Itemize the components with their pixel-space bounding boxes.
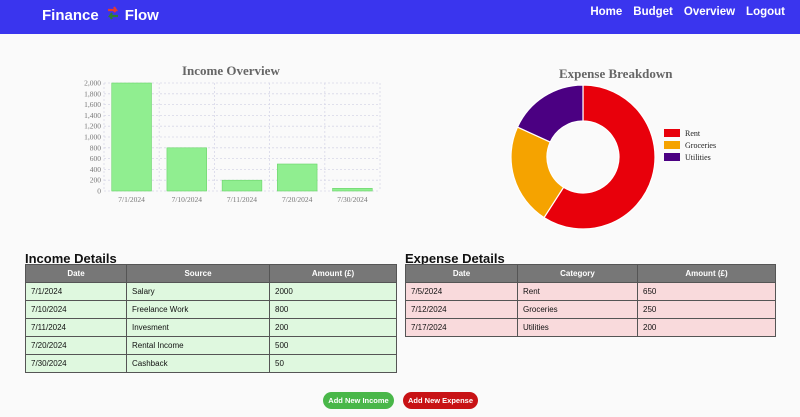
cell-date: 7/12/2024 [405,300,518,319]
col-date[interactable]: Date [405,264,518,283]
col-amount[interactable]: Amount (£) [637,264,776,283]
cell-amount: 200 [269,318,397,337]
cell-date: 7/11/2024 [25,318,127,337]
legend-item-groceries: Groceries [664,139,716,151]
y-tick-label: 1,400 [84,111,101,120]
table-row[interactable]: 7/17/2024 Utilities 200 [405,318,776,337]
table-row[interactable]: 7/11/2024 Invesment 200 [25,318,397,337]
x-tick-label: 7/20/2024 [282,195,313,204]
cell-source: Cashback [126,354,270,373]
expense-legend: Rent Groceries Utilities [664,127,716,163]
nav-links: Home Budget Overview Logout [579,6,785,18]
x-tick-label: 7/10/2024 [172,195,203,204]
income-bar [111,82,152,192]
brand[interactable]: Finance Flow [42,4,159,26]
cell-date: 7/17/2024 [405,318,518,337]
cell-category: Groceries [517,300,638,319]
table-row[interactable]: 7/1/2024 Salary 2000 [25,282,397,301]
cell-date: 7/1/2024 [25,282,127,301]
income-table-header: Date Source Amount (£) [25,264,397,283]
cell-amount: 2000 [269,282,397,301]
income-bar [332,188,373,192]
y-tick-label: 1,600 [84,100,101,109]
cell-amount: 500 [269,336,397,355]
table-row[interactable]: 7/20/2024 Rental Income 500 [25,336,397,355]
cell-amount: 200 [637,318,776,337]
cell-amount: 50 [269,354,397,373]
y-tick-label: 1,000 [84,133,101,142]
table-row[interactable]: 7/12/2024 Groceries 250 [405,300,776,319]
legend-label-utilities: Utilities [685,152,711,162]
legend-label-rent: Rent [685,128,701,138]
cell-source: Rental Income [126,336,270,355]
col-amount[interactable]: Amount (£) [269,264,397,283]
y-tick-label: 0 [97,187,101,196]
y-tick-label: 1,800 [84,89,101,98]
cell-source: Freelance Work [126,300,270,319]
cell-date: 7/10/2024 [25,300,127,319]
cell-amount: 650 [637,282,776,301]
y-tick-label: 200 [90,176,102,185]
col-source[interactable]: Source [126,264,270,283]
cell-category: Rent [517,282,638,301]
navbar: Finance Flow Home Budget Overview Logout [0,0,800,34]
y-tick-label: 400 [90,165,102,174]
income-table: Date Source Amount (£) 7/1/2024 Salary 2… [25,264,397,373]
utilities-swatch [664,153,680,161]
groceries-swatch [664,141,680,149]
table-row[interactable]: 7/10/2024 Freelance Work 800 [25,300,397,319]
table-row[interactable]: 7/30/2024 Cashback 50 [25,354,397,373]
rent-swatch [664,129,680,137]
legend-item-utilities: Utilities [664,151,716,163]
legend-label-groceries: Groceries [685,140,717,150]
expense-table: Date Category Amount (£) 7/5/2024 Rent 6… [405,264,776,337]
nav-logout-link[interactable]: Logout [746,6,785,18]
cell-amount: 250 [637,300,776,319]
nav-home-link[interactable]: Home [590,6,622,18]
expense-table-header: Date Category Amount (£) [405,264,776,283]
cell-date: 7/30/2024 [25,354,127,373]
brand-name-right: Flow [124,6,159,24]
income-bar [221,179,263,192]
legend-item-rent: Rent [664,127,716,139]
y-tick-label: 800 [90,143,102,152]
income-bar [277,163,318,192]
cell-source: Salary [126,282,270,301]
table-row[interactable]: 7/5/2024 Rent 650 [405,282,776,301]
cell-amount: 800 [269,300,397,319]
nav-overview-link[interactable]: Overview [684,6,735,18]
brand-name-left: Finance [42,6,99,24]
x-tick-label: 7/1/2024 [118,195,145,204]
cell-source: Invesment [126,318,270,337]
nav-budget-link[interactable]: Budget [633,6,673,18]
exchange-arrows-icon [106,4,120,26]
income-bar-chart: 0 200 400 600 8001,000 1,200 1,400 1,600 1,8002,… [84,79,381,204]
expense-donut-chart [510,84,656,230]
cell-date: 7/5/2024 [405,282,518,301]
add-expense-button[interactable]: Add New Expense [403,392,478,409]
y-tick-label: 1,200 [84,122,101,131]
income-bar [166,147,207,192]
col-category[interactable]: Category [517,264,638,283]
cell-category: Utilities [517,318,638,337]
y-tick-label: 600 [90,154,102,163]
col-date[interactable]: Date [25,264,127,283]
x-tick-label: 7/30/2024 [337,195,368,204]
y-tick-label: 2,000 [84,79,101,88]
x-tick-label: 7/11/2024 [227,195,257,204]
cell-date: 7/20/2024 [25,336,127,355]
add-income-button[interactable]: Add New Income [323,392,394,409]
